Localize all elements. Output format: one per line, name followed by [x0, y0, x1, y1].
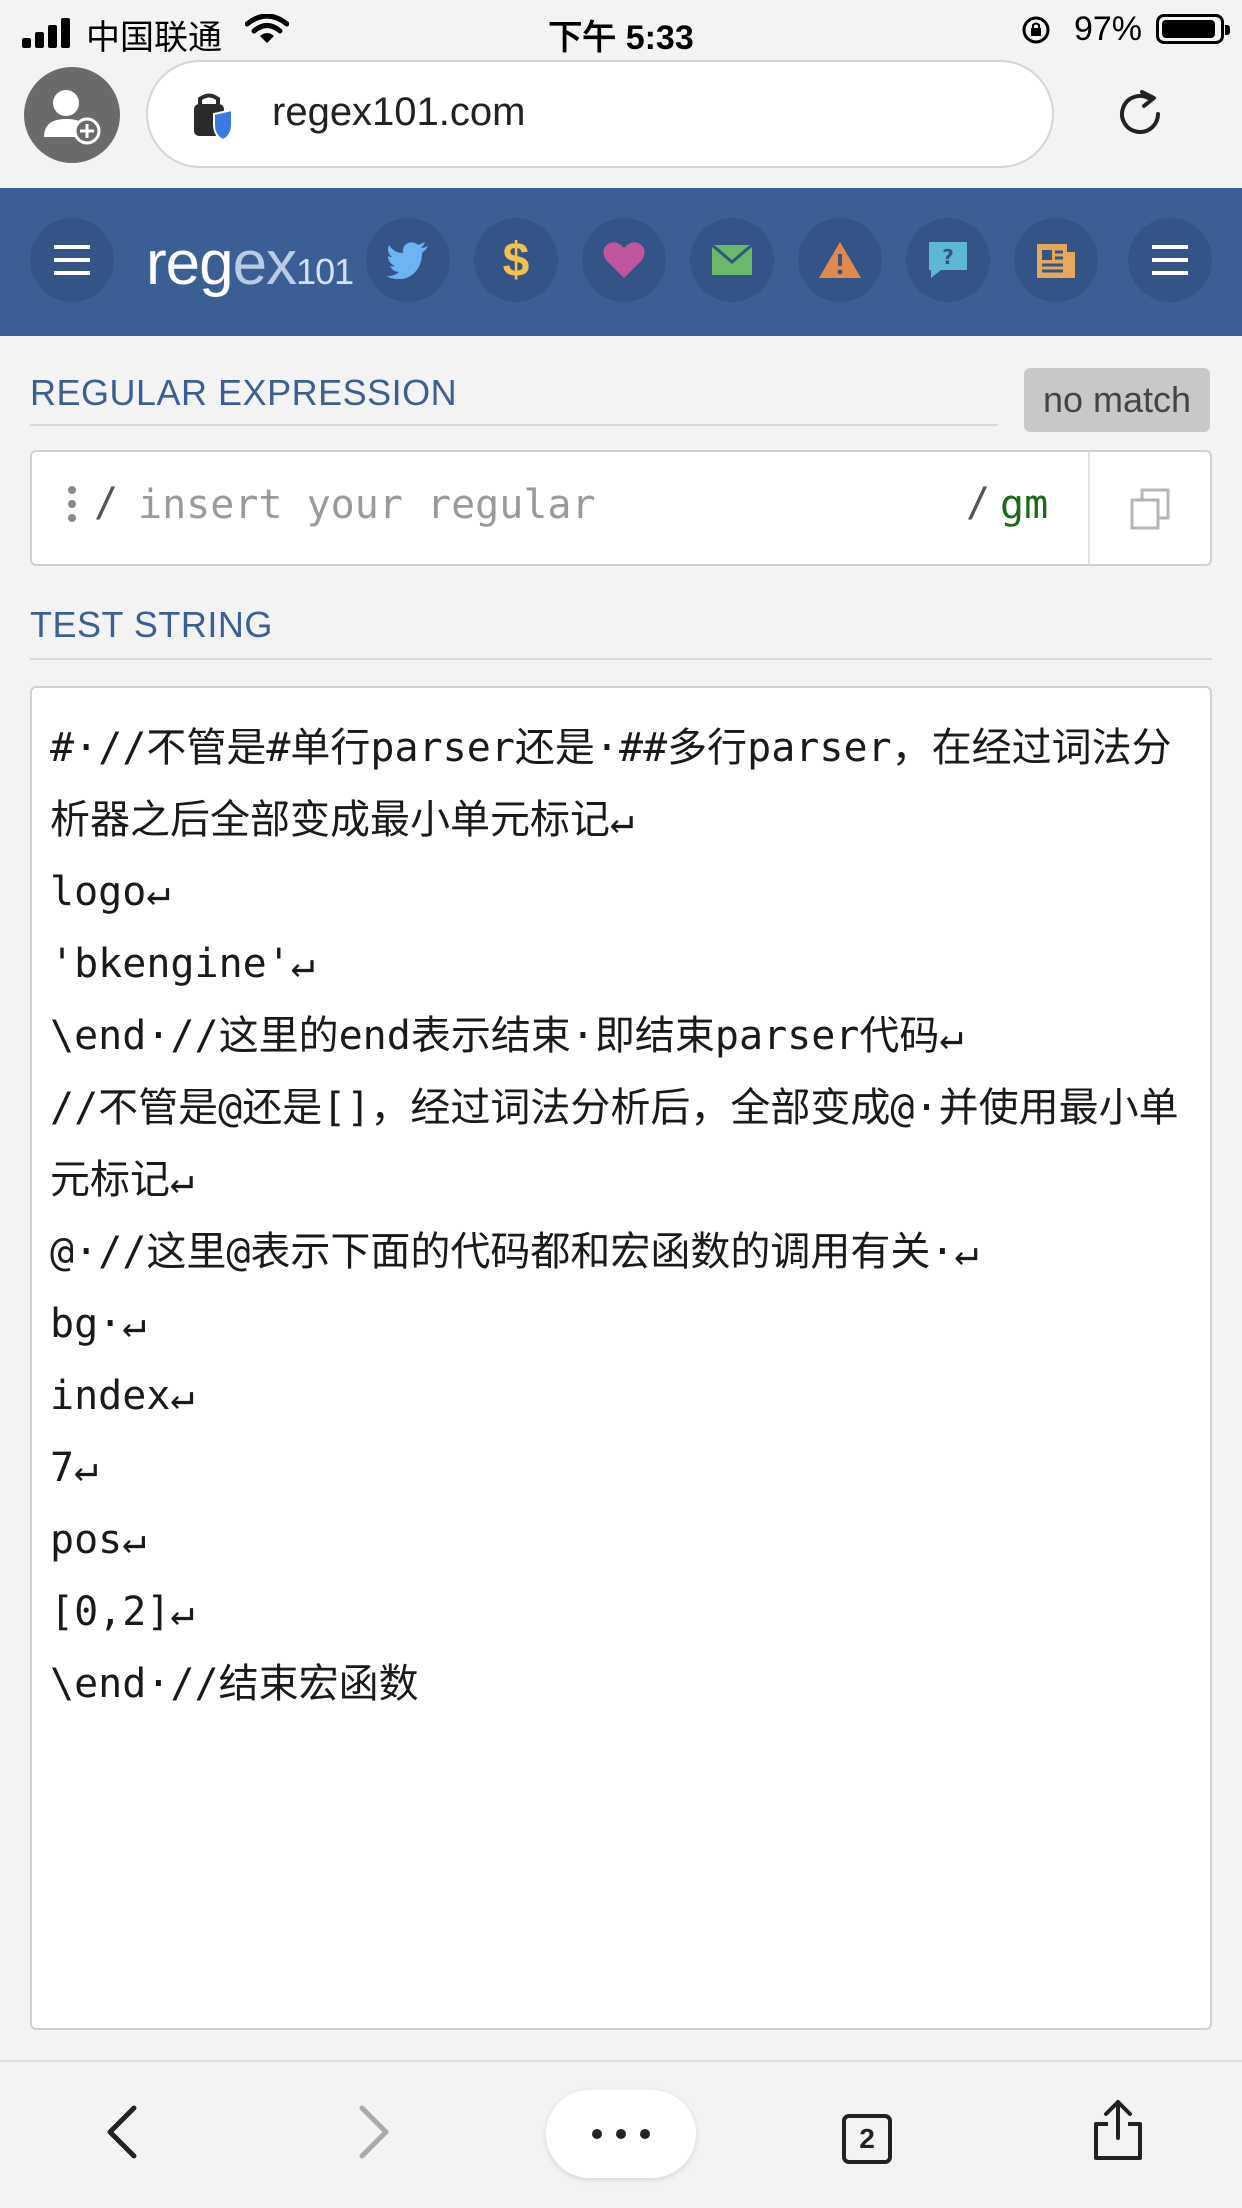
regex-input-box[interactable]: / insert your regular / gm [30, 450, 1212, 566]
settings-menu-button[interactable] [1128, 218, 1212, 302]
library-icon [1037, 244, 1075, 278]
test-line: 7↵ [50, 1445, 99, 1491]
reload-icon[interactable] [1110, 84, 1170, 144]
test-line: @·//这里@表示下面的代码都和宏函数的调用有关·↵ [50, 1229, 979, 1275]
mail-icon [711, 244, 753, 275]
warning-icon [819, 242, 861, 278]
contact-button[interactable] [690, 218, 774, 302]
test-line: //不管是@还是[]，经过词法分析后，全部变成@·并使用最小单元标记↵ [50, 1085, 1179, 1203]
orientation-lock-icon [1022, 16, 1050, 44]
menu-icon [1152, 245, 1188, 275]
privacy-shield-icon [194, 93, 233, 142]
battery-icon [1156, 14, 1230, 44]
test-line: \end·//结束宏函数 [50, 1661, 419, 1707]
divider [30, 424, 998, 426]
divider [30, 658, 1212, 660]
more-icon [585, 2129, 657, 2139]
share-icon[interactable] [1090, 2098, 1146, 2162]
match-status-badge: no match [1024, 368, 1210, 432]
regex-delimiter-open: / [94, 480, 119, 526]
test-line: logo↵ [50, 869, 171, 915]
regex-delimiter-close: / [966, 480, 991, 526]
test-line: index↵ [50, 1373, 195, 1419]
drag-handle-icon[interactable] [68, 486, 78, 528]
status-bar: 中国联通 下午 5:33 97% [0, 0, 1242, 60]
browser-bottom-bar: 2 [0, 2060, 1242, 2208]
add-user-icon [44, 90, 101, 145]
help-icon: ? [929, 242, 967, 278]
regex-section-title: REGULAR EXPRESSION [30, 372, 458, 413]
clock: 下午 5:33 [548, 19, 694, 57]
test-line: [0,2]↵ [50, 1589, 195, 1635]
svg-text:?: ? [942, 245, 954, 269]
more-button[interactable] [546, 2090, 696, 2178]
twitter-icon [386, 242, 428, 279]
twitter-button[interactable] [366, 218, 450, 302]
test-section-title: TEST STRING [30, 604, 273, 645]
heart-icon [603, 242, 645, 278]
back-icon[interactable] [102, 2102, 142, 2162]
test-line: 'bkengine'↵ [50, 941, 315, 987]
library-button[interactable] [1014, 218, 1098, 302]
browser-toolbar: regex101.com [0, 60, 1242, 186]
regex-input[interactable]: insert your regular [138, 482, 596, 528]
dollar-icon: $ [502, 233, 530, 287]
address-bar[interactable]: regex101.com [146, 60, 1054, 168]
test-line: pos↵ [50, 1517, 147, 1563]
divider [1088, 452, 1090, 564]
report-issue-button[interactable] [798, 218, 882, 302]
menu-button[interactable] [30, 218, 114, 302]
test-string-editor[interactable]: #·//不管是#单行parser还是·##多行parser，在经过词法分析器之后… [30, 686, 1212, 2030]
test-line: \end·//这里的end表示结束·即结束parser代码↵ [50, 1013, 964, 1059]
url-text: regex101.com [272, 90, 526, 134]
battery-percent: 97% [1073, 10, 1142, 48]
site-logo[interactable]: regex101 [146, 228, 354, 299]
regex-flags[interactable]: gm [1000, 482, 1048, 528]
donate-button[interactable]: $ [474, 218, 558, 302]
menu-icon [54, 245, 90, 275]
test-line: bg·↵ [50, 1301, 147, 1347]
help-button[interactable]: ? [906, 218, 990, 302]
forward-icon[interactable] [354, 2102, 394, 2162]
copy-icon[interactable] [1130, 488, 1170, 530]
test-line: #·//不管是#单行parser还是·##多行parser，在经过词法分析器之后… [50, 725, 1172, 843]
sponsor-button[interactable] [582, 218, 666, 302]
editor-panel: REGULAR EXPRESSION no match / insert you… [0, 336, 1242, 2060]
tabs-icon[interactable]: 2 [842, 2114, 892, 2164]
site-header: regex101 $ ? [0, 188, 1242, 336]
profile-avatar[interactable] [24, 67, 120, 163]
